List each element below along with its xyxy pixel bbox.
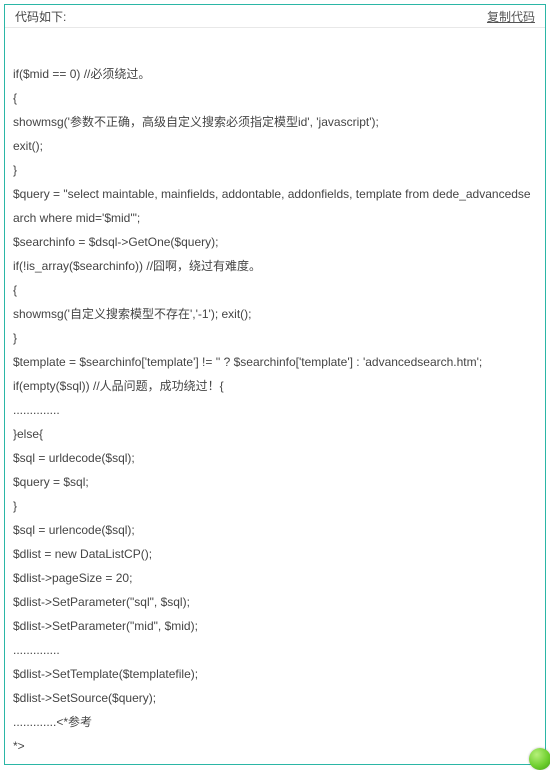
copy-code-link[interactable]: 复制代码 bbox=[487, 8, 535, 25]
code-header: 代码如下: 复制代码 bbox=[5, 5, 545, 28]
code-title: 代码如下: bbox=[15, 8, 66, 25]
code-block: 代码如下: 复制代码 if($mid == 0) //必须绕过。 { showm… bbox=[4, 4, 546, 765]
code-body: if($mid == 0) //必须绕过。 { showmsg('参数不正确，高… bbox=[5, 28, 545, 764]
corner-badge-icon bbox=[529, 748, 550, 770]
